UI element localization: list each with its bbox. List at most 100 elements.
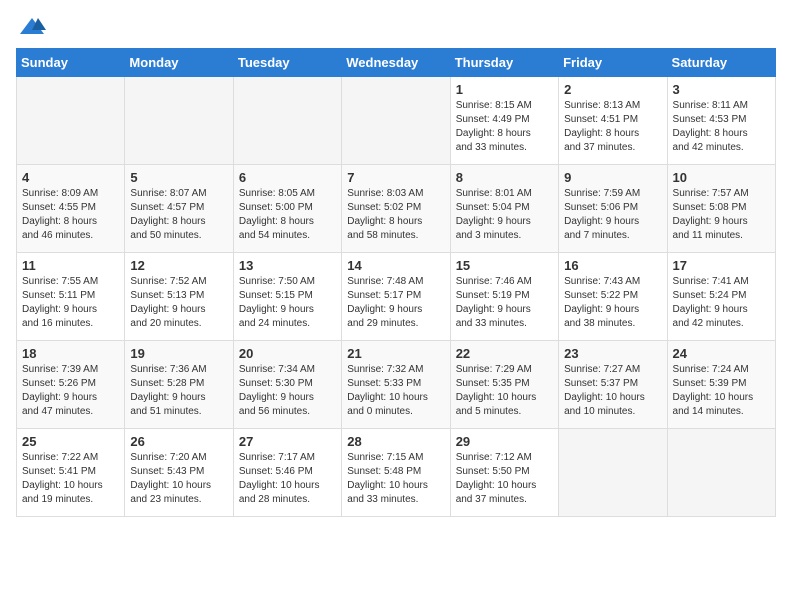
calendar-cell: 10 Sunrise: 7:57 AM Sunset: 5:08 PM Dayli… <box>667 165 775 253</box>
day-info: Sunrise: 7:20 AM Sunset: 5:43 PM Dayligh… <box>130 451 227 507</box>
day-info: Sunrise: 7:32 AM Sunset: 5:33 PM Dayligh… <box>347 363 444 419</box>
calendar-cell: 14 Sunrise: 7:48 AM Sunset: 5:17 PM Dayli… <box>342 253 450 341</box>
calendar-cell <box>125 77 233 165</box>
day-info: Sunrise: 8:09 AM Sunset: 4:55 PM Dayligh… <box>22 187 119 243</box>
day-number: 8 <box>456 170 553 185</box>
day-info: Sunrise: 7:15 AM Sunset: 5:48 PM Dayligh… <box>347 451 444 507</box>
day-info: Sunrise: 7:59 AM Sunset: 5:06 PM Dayligh… <box>564 187 661 243</box>
calendar-cell: 28 Sunrise: 7:15 AM Sunset: 5:48 PM Dayli… <box>342 429 450 517</box>
day-info: Sunrise: 8:15 AM Sunset: 4:49 PM Dayligh… <box>456 99 553 155</box>
calendar-cell: 18Sunrise: 7:39 AM Sunset: 5:26 PM Dayli… <box>17 341 125 429</box>
day-number: 26 <box>130 434 227 449</box>
day-number: 25 <box>22 434 119 449</box>
calendar-cell: 21 Sunrise: 7:32 AM Sunset: 5:33 PM Dayli… <box>342 341 450 429</box>
calendar-cell <box>559 429 667 517</box>
day-info: Sunrise: 7:41 AM Sunset: 5:24 PM Dayligh… <box>673 275 770 331</box>
calendar-cell: 22 Sunrise: 7:29 AM Sunset: 5:35 PM Dayli… <box>450 341 558 429</box>
day-header-sunday: Sunday <box>17 49 125 77</box>
calendar-cell: 15Sunrise: 7:46 AM Sunset: 5:19 PM Dayli… <box>450 253 558 341</box>
calendar-cell: 6 Sunrise: 8:05 AM Sunset: 5:00 PM Daylig… <box>233 165 341 253</box>
day-number: 28 <box>347 434 444 449</box>
calendar-cell <box>667 429 775 517</box>
day-number: 1 <box>456 82 553 97</box>
calendar-cell: 5 Sunrise: 8:07 AM Sunset: 4:57 PM Daylig… <box>125 165 233 253</box>
day-info: Sunrise: 7:50 AM Sunset: 5:15 PM Dayligh… <box>239 275 336 331</box>
day-header-tuesday: Tuesday <box>233 49 341 77</box>
day-number: 20 <box>239 346 336 361</box>
calendar-cell: 24 Sunrise: 7:24 AM Sunset: 5:39 PM Dayli… <box>667 341 775 429</box>
day-number: 17 <box>673 258 770 273</box>
calendar-cell: 1 Sunrise: 8:15 AM Sunset: 4:49 PM Daylig… <box>450 77 558 165</box>
day-info: Sunrise: 8:13 AM Sunset: 4:51 PM Dayligh… <box>564 99 661 155</box>
day-number: 23 <box>564 346 661 361</box>
logo-icon <box>18 16 46 38</box>
day-header-monday: Monday <box>125 49 233 77</box>
day-info: Sunrise: 7:55 AM Sunset: 5:11 PM Dayligh… <box>22 275 119 331</box>
day-info: Sunrise: 8:01 AM Sunset: 5:04 PM Dayligh… <box>456 187 553 243</box>
calendar-cell: 2 Sunrise: 8:13 AM Sunset: 4:51 PM Daylig… <box>559 77 667 165</box>
day-info: Sunrise: 8:07 AM Sunset: 4:57 PM Dayligh… <box>130 187 227 243</box>
day-number: 29 <box>456 434 553 449</box>
calendar-cell: 17 Sunrise: 7:41 AM Sunset: 5:24 PM Dayli… <box>667 253 775 341</box>
calendar-header-row: SundayMondayTuesdayWednesdayThursdayFrid… <box>17 49 776 77</box>
day-number: 19 <box>130 346 227 361</box>
page-header <box>16 16 776 38</box>
calendar-cell: 29 Sunrise: 7:12 AM Sunset: 5:50 PM Dayli… <box>450 429 558 517</box>
day-header-thursday: Thursday <box>450 49 558 77</box>
day-header-friday: Friday <box>559 49 667 77</box>
calendar-cell: 19Sunrise: 7:36 AM Sunset: 5:28 PM Dayli… <box>125 341 233 429</box>
day-number: 22 <box>456 346 553 361</box>
day-header-wednesday: Wednesday <box>342 49 450 77</box>
day-info: Sunrise: 7:34 AM Sunset: 5:30 PM Dayligh… <box>239 363 336 419</box>
day-number: 21 <box>347 346 444 361</box>
day-number: 13 <box>239 258 336 273</box>
day-number: 6 <box>239 170 336 185</box>
calendar-week-1: 1 Sunrise: 8:15 AM Sunset: 4:49 PM Daylig… <box>17 77 776 165</box>
calendar-week-4: 18Sunrise: 7:39 AM Sunset: 5:26 PM Dayli… <box>17 341 776 429</box>
calendar-cell <box>233 77 341 165</box>
calendar-week-2: 4 Sunrise: 8:09 AM Sunset: 4:55 PM Daylig… <box>17 165 776 253</box>
day-info: Sunrise: 7:27 AM Sunset: 5:37 PM Dayligh… <box>564 363 661 419</box>
day-number: 11 <box>22 258 119 273</box>
calendar-cell: 13 Sunrise: 7:50 AM Sunset: 5:15 PM Dayli… <box>233 253 341 341</box>
calendar-cell: 26 Sunrise: 7:20 AM Sunset: 5:43 PM Dayli… <box>125 429 233 517</box>
calendar-week-5: 25 Sunrise: 7:22 AM Sunset: 5:41 PM Dayli… <box>17 429 776 517</box>
day-number: 5 <box>130 170 227 185</box>
calendar-week-3: 11 Sunrise: 7:55 AM Sunset: 5:11 PM Dayli… <box>17 253 776 341</box>
day-number: 9 <box>564 170 661 185</box>
day-info: Sunrise: 7:48 AM Sunset: 5:17 PM Dayligh… <box>347 275 444 331</box>
day-number: 15 <box>456 258 553 273</box>
calendar-cell: 12Sunrise: 7:52 AM Sunset: 5:13 PM Dayli… <box>125 253 233 341</box>
calendar-cell <box>17 77 125 165</box>
day-number: 12 <box>130 258 227 273</box>
calendar-cell: 9 Sunrise: 7:59 AM Sunset: 5:06 PM Daylig… <box>559 165 667 253</box>
day-number: 2 <box>564 82 661 97</box>
day-number: 7 <box>347 170 444 185</box>
calendar-cell: 11 Sunrise: 7:55 AM Sunset: 5:11 PM Dayli… <box>17 253 125 341</box>
calendar-cell: 7Sunrise: 8:03 AM Sunset: 5:02 PM Daylig… <box>342 165 450 253</box>
day-number: 4 <box>22 170 119 185</box>
day-number: 24 <box>673 346 770 361</box>
day-info: Sunrise: 7:22 AM Sunset: 5:41 PM Dayligh… <box>22 451 119 507</box>
day-info: Sunrise: 7:57 AM Sunset: 5:08 PM Dayligh… <box>673 187 770 243</box>
day-number: 16 <box>564 258 661 273</box>
calendar-cell: 20 Sunrise: 7:34 AM Sunset: 5:30 PM Dayli… <box>233 341 341 429</box>
calendar-cell: 23 Sunrise: 7:27 AM Sunset: 5:37 PM Dayli… <box>559 341 667 429</box>
logo <box>16 16 46 38</box>
calendar-cell: 27 Sunrise: 7:17 AM Sunset: 5:46 PM Dayli… <box>233 429 341 517</box>
calendar-table: SundayMondayTuesdayWednesdayThursdayFrid… <box>16 48 776 517</box>
day-info: Sunrise: 8:05 AM Sunset: 5:00 PM Dayligh… <box>239 187 336 243</box>
day-info: Sunrise: 7:17 AM Sunset: 5:46 PM Dayligh… <box>239 451 336 507</box>
day-number: 3 <box>673 82 770 97</box>
calendar-cell: 4 Sunrise: 8:09 AM Sunset: 4:55 PM Daylig… <box>17 165 125 253</box>
day-number: 27 <box>239 434 336 449</box>
calendar-cell: 25 Sunrise: 7:22 AM Sunset: 5:41 PM Dayli… <box>17 429 125 517</box>
day-number: 14 <box>347 258 444 273</box>
day-info: Sunrise: 7:43 AM Sunset: 5:22 PM Dayligh… <box>564 275 661 331</box>
day-info: Sunrise: 7:12 AM Sunset: 5:50 PM Dayligh… <box>456 451 553 507</box>
day-number: 10 <box>673 170 770 185</box>
calendar-cell: 3Sunrise: 8:11 AM Sunset: 4:53 PM Daylig… <box>667 77 775 165</box>
day-number: 18 <box>22 346 119 361</box>
day-info: Sunrise: 7:29 AM Sunset: 5:35 PM Dayligh… <box>456 363 553 419</box>
day-info: Sunrise: 7:24 AM Sunset: 5:39 PM Dayligh… <box>673 363 770 419</box>
